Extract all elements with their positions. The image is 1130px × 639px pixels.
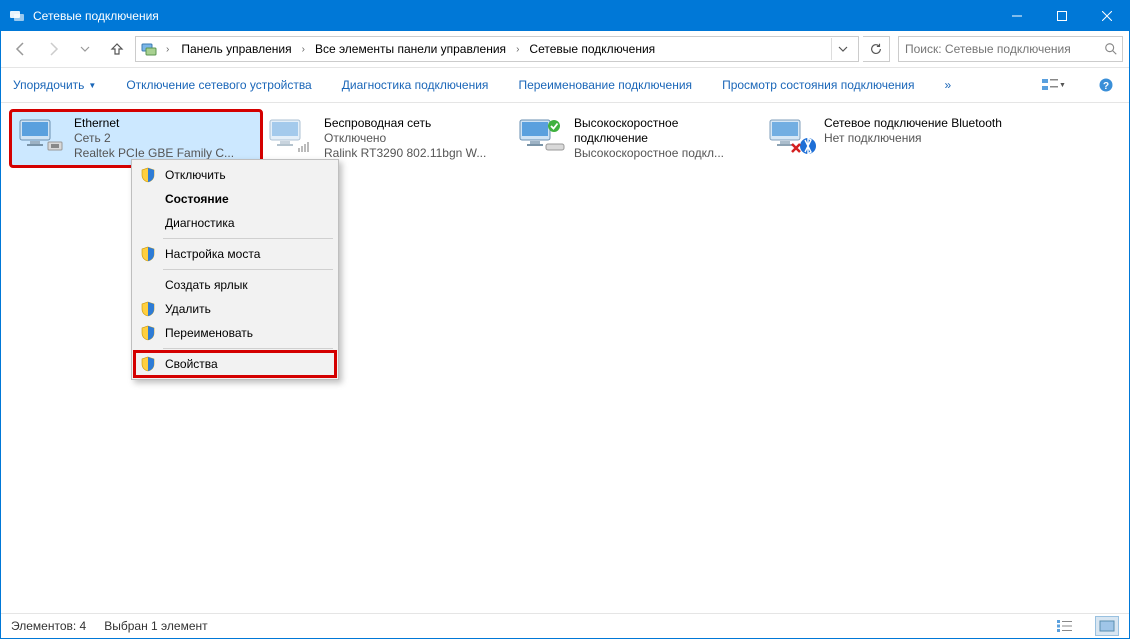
shield-icon	[139, 245, 157, 263]
wifi-disabled-icon	[268, 116, 316, 156]
titlebar: Сетевые подключения	[1, 1, 1129, 31]
connection-line3: Нет подключения	[824, 131, 1002, 146]
disable-device-cmd[interactable]: Отключение сетевого устройства	[124, 74, 313, 96]
connection-name: Беспроводная сеть	[324, 116, 486, 131]
breadcrumb-1[interactable]: Все элементы панели управления	[311, 40, 510, 58]
shield-icon	[139, 300, 157, 318]
organize-menu[interactable]: Упорядочить▼	[11, 74, 98, 96]
ctx-properties[interactable]: Свойства	[135, 352, 335, 376]
context-menu: Отключить Состояние Диагностика Настройк…	[131, 159, 339, 380]
ctx-status[interactable]: Состояние	[135, 187, 335, 211]
large-icons-view-button[interactable]	[1095, 616, 1119, 636]
search-box[interactable]	[898, 36, 1123, 62]
context-separator	[163, 348, 333, 349]
connection-item-bluetooth[interactable]: Сетевое подключение Bluetooth Нет подклю…	[761, 111, 1011, 166]
status-bar: Элементов: 4 Выбран 1 элемент	[1, 613, 1129, 638]
connection-line3: Ralink RT3290 802.11bgn W...	[324, 146, 486, 161]
context-separator	[163, 238, 333, 239]
minimize-button[interactable]	[994, 1, 1039, 31]
up-button[interactable]	[103, 35, 131, 63]
connection-line2: Отключено	[324, 131, 486, 146]
ctx-rename[interactable]: Переименовать	[135, 321, 335, 345]
broadband-ok-icon	[518, 116, 566, 156]
rename-cmd[interactable]: Переименование подключения	[516, 74, 694, 96]
refresh-button[interactable]	[863, 36, 890, 62]
shield-icon	[139, 166, 157, 184]
connection-name: Сетевое подключение Bluetooth	[824, 116, 1002, 131]
address-dropdown[interactable]	[831, 38, 854, 60]
recent-dropdown[interactable]	[71, 35, 99, 63]
close-button[interactable]	[1084, 1, 1129, 31]
diagnose-cmd[interactable]: Диагностика подключения	[340, 74, 491, 96]
content-area: Ethernet Сеть 2 Realtek PCIe GBE Family …	[1, 103, 1129, 613]
chevron-right-icon[interactable]: ›	[512, 42, 523, 57]
view-options-button[interactable]: ▼	[1041, 72, 1067, 98]
ctx-diagnose[interactable]: Диагностика	[135, 211, 335, 235]
overflow-cmd[interactable]: »	[943, 74, 954, 96]
window-title: Сетевые подключения	[33, 9, 159, 23]
ctx-shortcut[interactable]: Создать ярлык	[135, 273, 335, 297]
back-button[interactable]	[7, 35, 35, 63]
svg-text:?: ?	[1103, 81, 1109, 92]
connection-line2: Сеть 2	[74, 131, 234, 146]
search-icon	[1104, 42, 1118, 56]
ctx-bridge[interactable]: Настройка моста	[135, 242, 335, 266]
item-count-label: Элементов: 4	[11, 619, 86, 633]
connection-name: Ethernet	[74, 116, 234, 131]
selection-label: Выбран 1 элемент	[104, 619, 207, 633]
shield-icon	[139, 355, 157, 373]
shield-icon	[139, 324, 157, 342]
ethernet-icon	[18, 116, 66, 156]
connection-line3: Высокоскоростное подкл...	[574, 146, 754, 161]
connection-item-broadband[interactable]: Высокоскоростное подключение Высокоскоро…	[511, 111, 761, 166]
network-folder-icon	[140, 40, 158, 58]
ctx-disable[interactable]: Отключить	[135, 163, 335, 187]
chevron-right-icon[interactable]: ›	[162, 42, 173, 57]
search-input[interactable]	[903, 41, 1100, 57]
status-cmd[interactable]: Просмотр состояния подключения	[720, 74, 916, 96]
chevron-right-icon[interactable]: ›	[298, 42, 309, 57]
forward-button[interactable]	[39, 35, 67, 63]
breadcrumb-2[interactable]: Сетевые подключения	[525, 40, 659, 58]
app-icon	[9, 8, 25, 24]
context-separator	[163, 269, 333, 270]
details-view-button[interactable]	[1053, 616, 1077, 636]
maximize-button[interactable]	[1039, 1, 1084, 31]
command-bar: Упорядочить▼ Отключение сетевого устройс…	[1, 68, 1129, 103]
address-bar[interactable]: › Панель управления › Все элементы панел…	[135, 36, 859, 62]
connection-item-ethernet[interactable]: Ethernet Сеть 2 Realtek PCIe GBE Family …	[11, 111, 261, 166]
connection-item-wireless[interactable]: Беспроводная сеть Отключено Ralink RT329…	[261, 111, 511, 166]
ctx-delete[interactable]: Удалить	[135, 297, 335, 321]
connection-name: Высокоскоростное подключение	[574, 116, 754, 146]
bluetooth-x-icon	[768, 116, 816, 156]
nav-row: › Панель управления › Все элементы панел…	[1, 31, 1129, 68]
help-button[interactable]: ?	[1093, 72, 1119, 98]
breadcrumb-0[interactable]: Панель управления	[177, 40, 295, 58]
